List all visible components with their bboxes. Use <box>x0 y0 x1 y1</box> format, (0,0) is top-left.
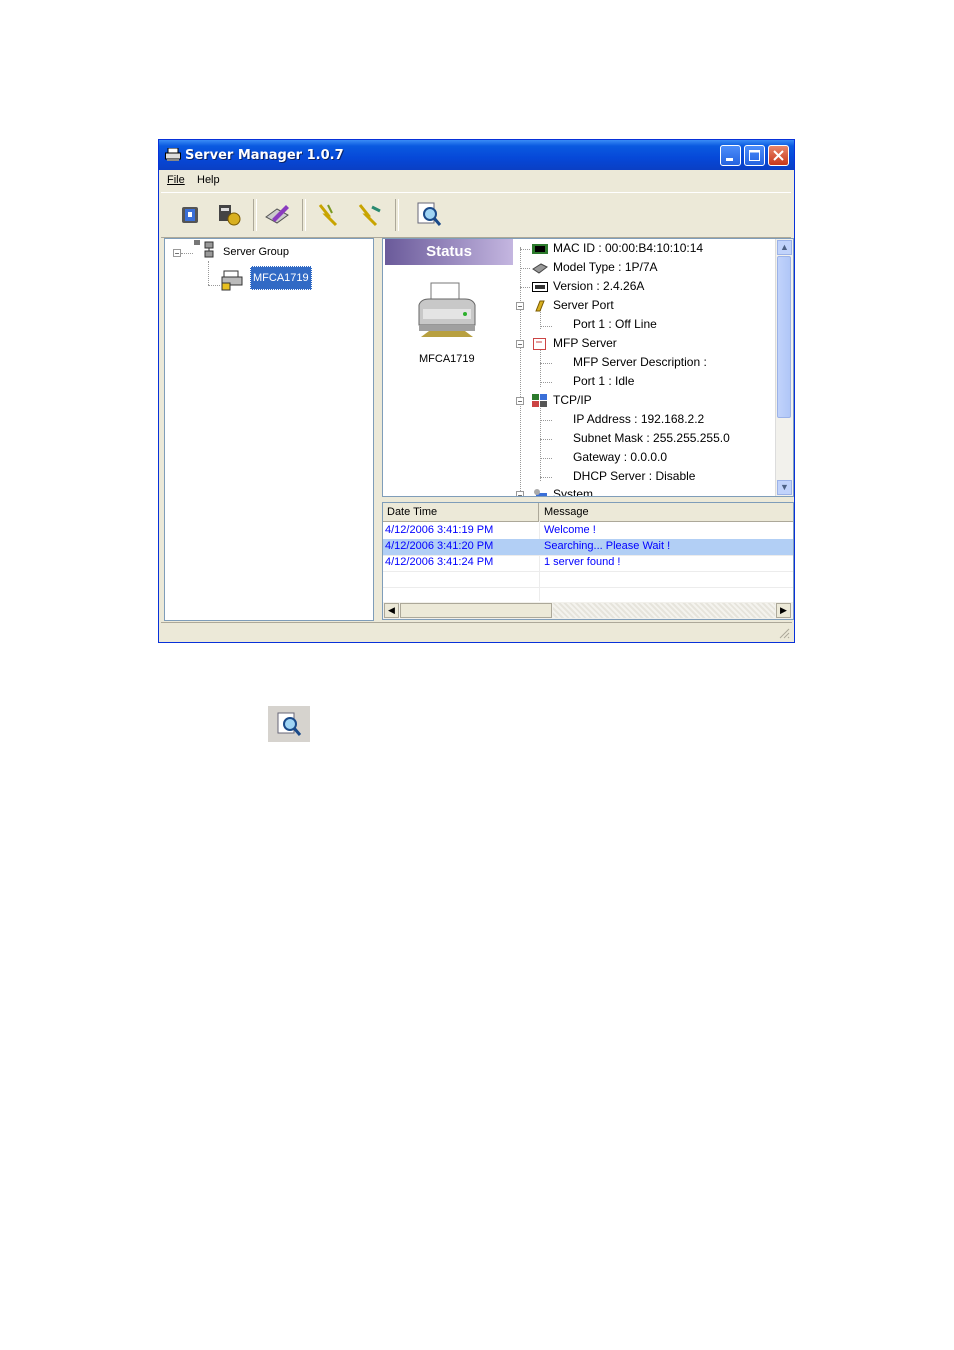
tcpip-icon <box>532 394 548 408</box>
toolbar-separator <box>302 199 306 231</box>
status-server-port: Server Port <box>553 298 614 312</box>
system-collapse[interactable]: − <box>516 491 524 496</box>
model-icon <box>532 261 548 275</box>
status-mfp-description: MFP Server Description : <box>573 355 707 369</box>
printer-server-icon <box>221 270 243 291</box>
status-version: Version : 2.4.26A <box>553 279 645 293</box>
version-icon <box>532 280 548 294</box>
status-system: System <box>553 487 594 497</box>
connect-icon[interactable] <box>314 199 344 229</box>
search-icon[interactable] <box>414 199 444 229</box>
menu-bar: File Help <box>161 172 791 190</box>
server-port-collapse[interactable]: − <box>516 302 524 311</box>
printer-large-icon <box>418 282 476 337</box>
minimize-icon <box>726 158 733 161</box>
printer-icon <box>165 148 181 161</box>
maximize-icon <box>749 150 760 161</box>
hscroll-thumb[interactable] <box>400 603 552 618</box>
status-bar <box>161 622 792 641</box>
status-port1-offline: Port 1 : Off Line <box>573 317 657 331</box>
log-row <box>383 571 793 588</box>
scroll-up-arrow[interactable]: ▲ <box>777 240 792 255</box>
scroll-thumb[interactable] <box>777 256 791 418</box>
system-icon <box>532 488 548 496</box>
server-group-icon <box>194 240 214 258</box>
menu-help[interactable]: Help <box>197 174 220 186</box>
server-tree-pane: − Server Group MFCA1719 <box>164 238 374 621</box>
log-horizontal-scrollbar[interactable]: ◀ ▶ <box>383 602 793 619</box>
col-datetime[interactable]: Date Time <box>387 506 437 518</box>
status-subnet-mask: Subnet Mask : 255.255.255.0 <box>573 431 730 445</box>
status-mac: MAC ID : 00:00:B4:10:10:14 <box>553 241 704 255</box>
tree-collapse-toggle[interactable]: − <box>173 249 181 258</box>
close-icon <box>773 150 784 161</box>
server-manager-window: Server Manager 1.0.7 File Help − Server … <box>158 139 795 643</box>
close-button[interactable] <box>768 145 789 166</box>
tcpip-collapse[interactable]: − <box>516 397 524 406</box>
log-row[interactable]: 4/12/2006 3:41:19 PM Welcome ! <box>383 523 793 540</box>
log-header: Date Time Message <box>383 503 793 522</box>
log-row[interactable]: 4/12/2006 3:41:20 PM Searching... Please… <box>383 539 793 556</box>
scroll-down-arrow[interactable]: ▼ <box>777 480 792 495</box>
config-icon[interactable] <box>214 199 244 229</box>
server-icon[interactable] <box>176 199 206 229</box>
minimize-button[interactable] <box>720 145 741 166</box>
maximize-button[interactable] <box>744 145 765 166</box>
search-icon-callout <box>268 706 310 742</box>
window-title: Server Manager 1.0.7 <box>185 148 344 163</box>
resize-grip-icon[interactable] <box>778 627 790 639</box>
toolbar <box>161 192 791 238</box>
status-vertical-scrollbar[interactable]: ▲ ▼ <box>775 239 793 496</box>
status-port1-idle: Port 1 : Idle <box>573 374 635 388</box>
status-pane: Status MFCA1719 MAC ID : 00:00:B4:10:10:… <box>382 238 794 497</box>
search-icon <box>277 712 302 736</box>
device-name: MFCA1719 <box>419 353 475 365</box>
tree-root-label[interactable]: Server Group <box>223 246 289 258</box>
menu-file[interactable]: File <box>167 174 185 186</box>
edit-icon[interactable] <box>262 199 292 229</box>
status-ip-address: IP Address : 192.168.2.2 <box>573 412 705 426</box>
server-port-icon <box>532 299 548 313</box>
col-message[interactable]: Message <box>544 506 589 518</box>
scroll-left-arrow[interactable]: ◀ <box>384 603 399 618</box>
mac-icon <box>532 242 548 256</box>
status-gateway: Gateway : 0.0.0.0 <box>573 450 668 464</box>
mfp-server-collapse[interactable]: − <box>516 340 524 349</box>
status-header: Status <box>385 239 513 265</box>
tree-selected-server[interactable]: MFCA1719 <box>250 266 312 290</box>
status-tcpip: TCP/IP <box>553 393 592 407</box>
status-dhcp: DHCP Server : Disable <box>573 469 696 483</box>
log-pane: Date Time Message 4/12/2006 3:41:19 PM W… <box>382 502 794 620</box>
status-mfp-server: MFP Server <box>553 336 617 350</box>
scroll-right-arrow[interactable]: ▶ <box>776 603 791 618</box>
toolbar-separator <box>253 199 257 231</box>
log-row[interactable]: 4/12/2006 3:41:24 PM 1 server found ! <box>383 555 793 572</box>
mfp-server-icon <box>532 337 548 351</box>
toolbar-separator <box>395 199 399 231</box>
title-bar[interactable]: Server Manager 1.0.7 <box>159 140 794 170</box>
status-model: Model Type : 1P/7A <box>553 260 658 274</box>
disconnect-icon[interactable] <box>354 199 384 229</box>
